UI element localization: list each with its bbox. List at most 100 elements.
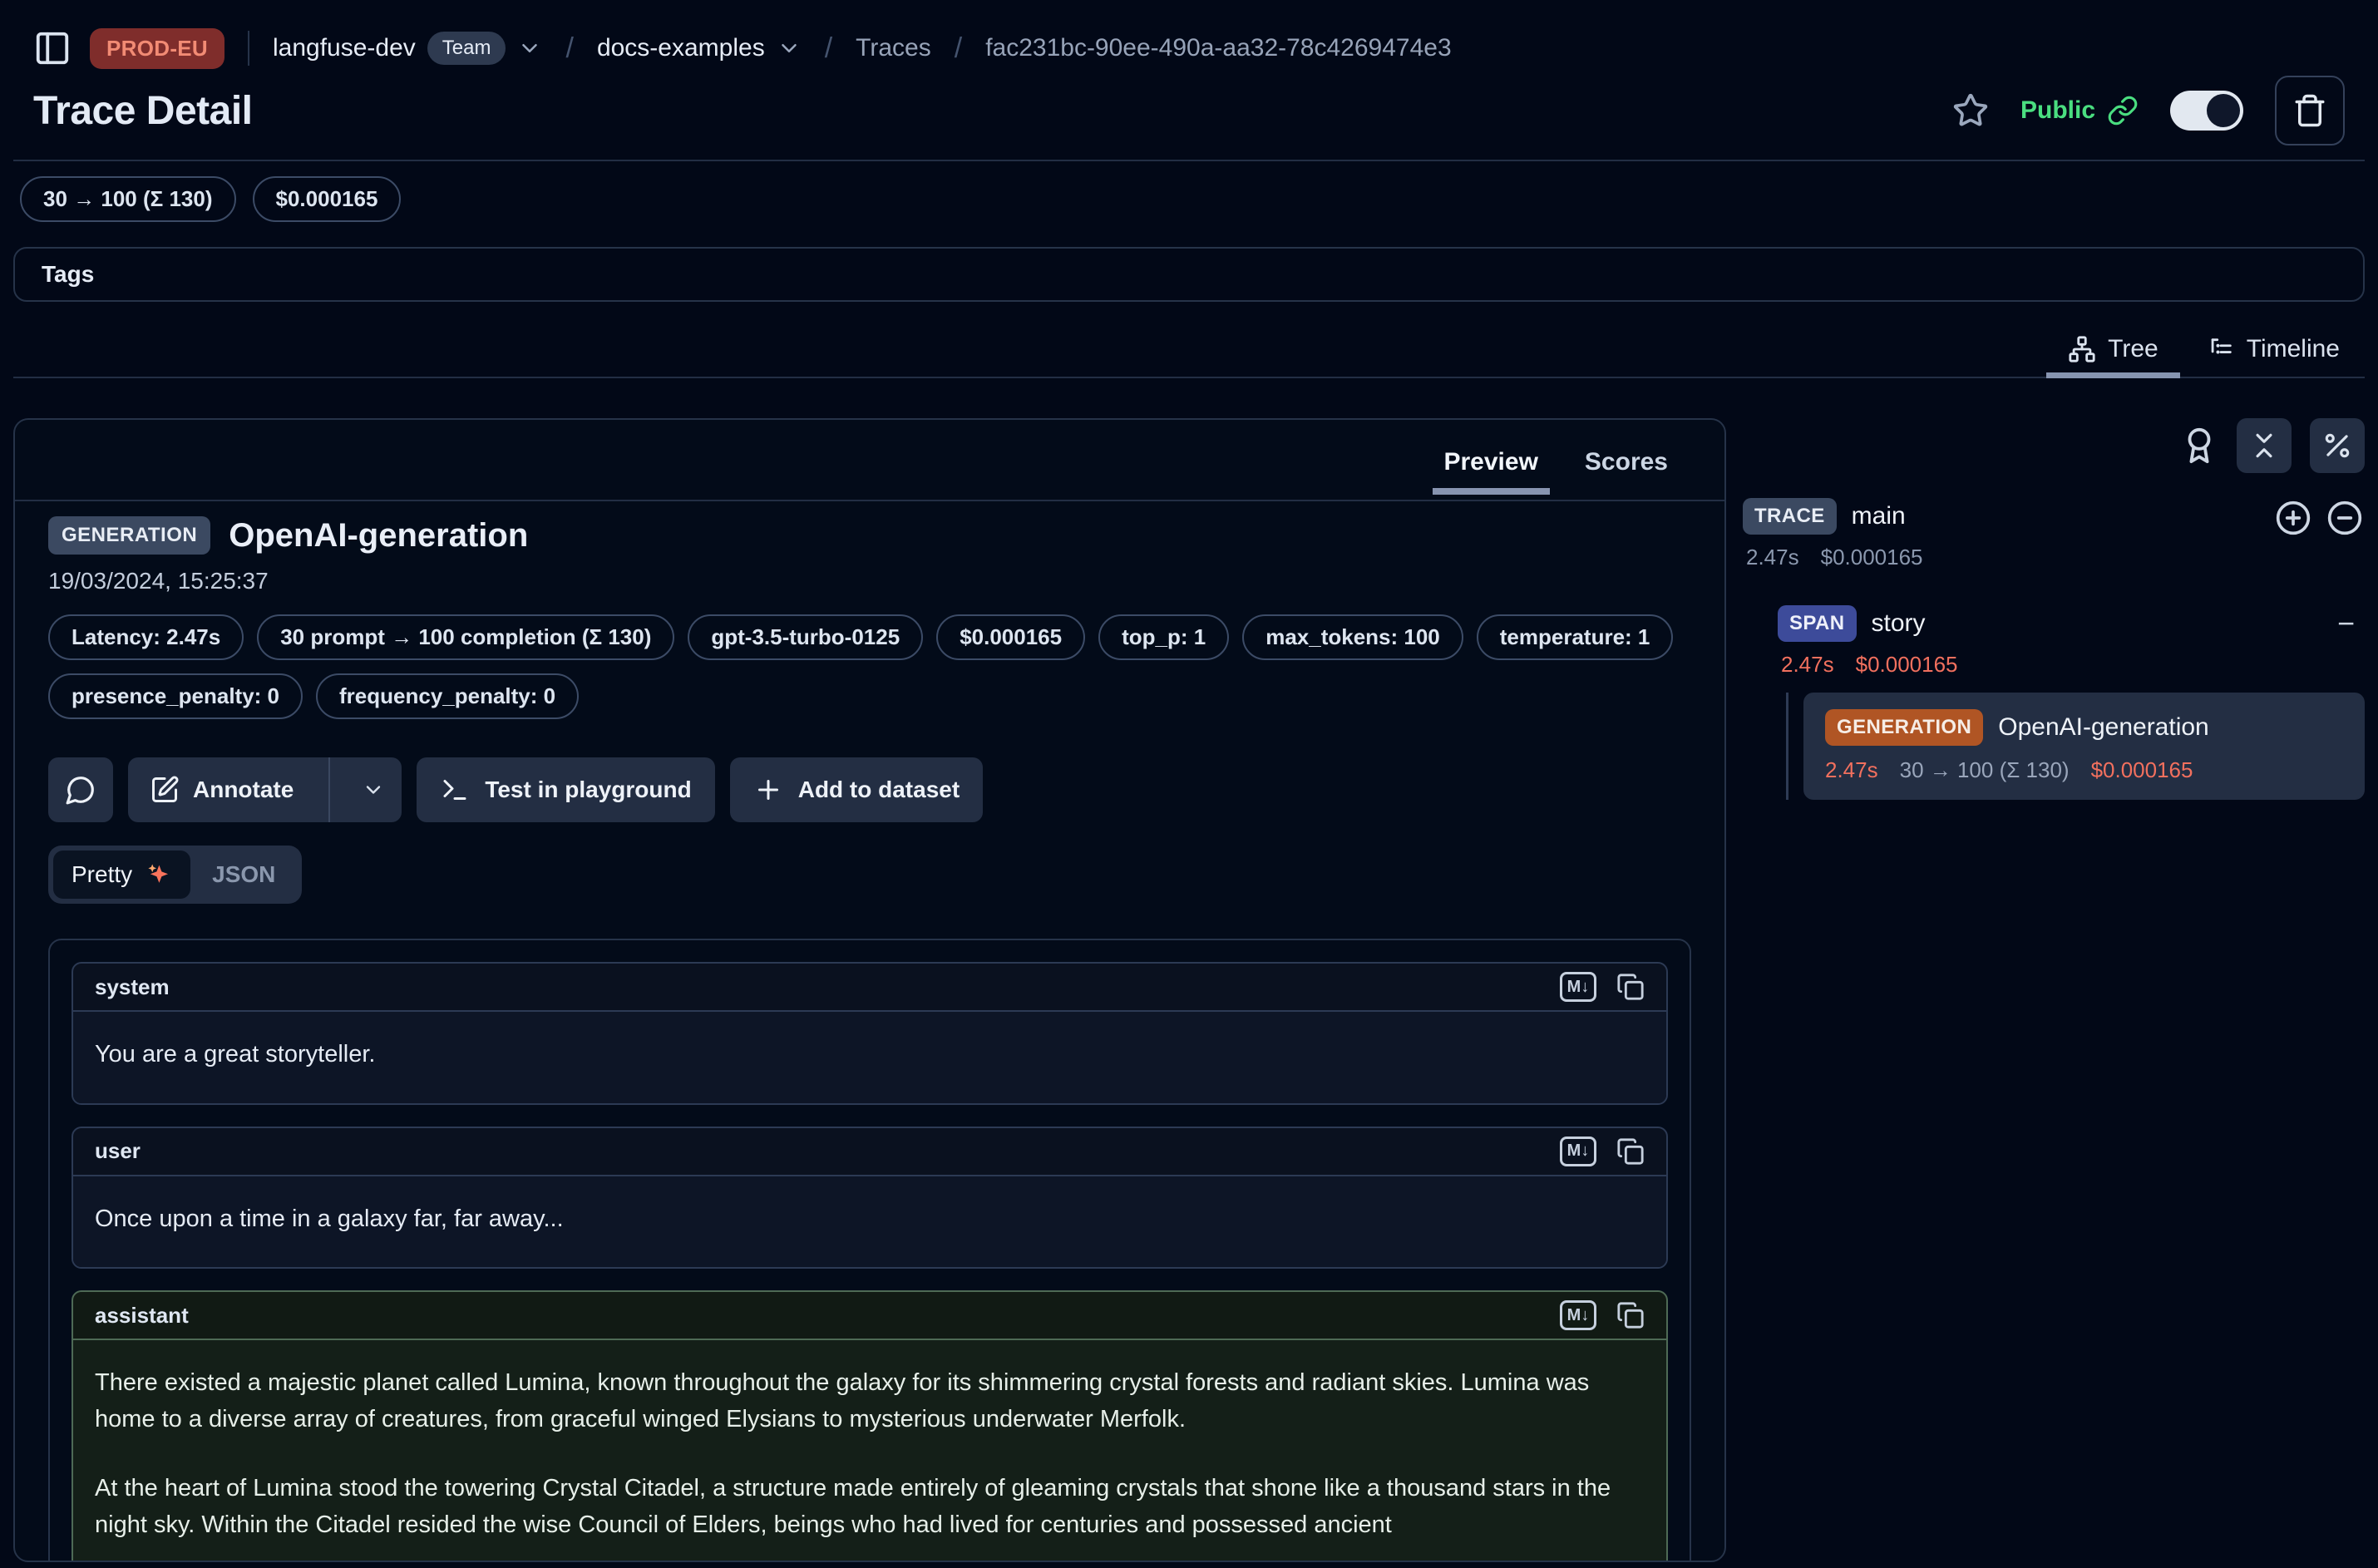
trace-detail-page: PROD-EU langfuse-dev Team / docs-example… bbox=[0, 0, 2378, 1568]
trace-name: main bbox=[1852, 502, 1906, 530]
tab-preview[interactable]: Preview bbox=[1424, 431, 1558, 493]
markdown-toggle-icon[interactable]: M↓ bbox=[1560, 972, 1596, 1002]
message-content: You are a great storyteller. bbox=[73, 1012, 1666, 1103]
tab-scores-label: Scores bbox=[1585, 448, 1668, 476]
frequency-penalty-badge[interactable]: frequency_penalty: 0 bbox=[316, 673, 579, 719]
tree-node-trace[interactable]: TRACE main 2.47s $0.000165 bbox=[1743, 498, 2365, 570]
observation-badges-row2: presence_penalty: 0 frequency_penalty: 0 bbox=[48, 673, 1691, 719]
project-name: docs-examples bbox=[597, 34, 765, 62]
award-icon[interactable] bbox=[2180, 427, 2218, 465]
playground-label: Test in playground bbox=[485, 777, 691, 803]
star-icon[interactable] bbox=[1952, 92, 1989, 129]
timeline-icon bbox=[2207, 335, 2235, 363]
annotate-dropdown-button[interactable] bbox=[345, 757, 402, 822]
public-toggle[interactable] bbox=[2170, 91, 2243, 131]
markdown-toggle-icon[interactable]: M↓ bbox=[1560, 1137, 1596, 1166]
sidebar-toggle-icon[interactable] bbox=[33, 29, 72, 67]
public-link[interactable]: Public bbox=[2020, 95, 2139, 126]
message-text: You are a great storyteller. bbox=[95, 1037, 1645, 1073]
token-usage-badge[interactable]: 30 → 100 (Σ 130) bbox=[20, 176, 236, 222]
message-text: Once upon a time in a galaxy far, far aw… bbox=[95, 1201, 1645, 1238]
span-metrics: 2.47s $0.000165 bbox=[1778, 652, 2365, 678]
copy-icon[interactable] bbox=[1616, 973, 1645, 1001]
breadcrumb-slash: / bbox=[820, 32, 837, 65]
generation-node-row: GENERATION OpenAI-generation bbox=[1825, 709, 2343, 746]
add-to-dataset-label: Add to dataset bbox=[798, 777, 960, 803]
plus-icon bbox=[753, 775, 783, 805]
observation-timestamp: 19/03/2024, 15:25:37 bbox=[48, 568, 1691, 594]
collapse-all-button[interactable] bbox=[2237, 418, 2292, 473]
format-json-segment[interactable]: JSON bbox=[190, 851, 297, 898]
content-area: Preview Scores GENERATION OpenAI-generat… bbox=[13, 418, 2365, 1562]
org-switcher[interactable]: langfuse-dev Team bbox=[273, 32, 542, 65]
project-switcher[interactable]: docs-examples bbox=[597, 34, 802, 62]
annotate-button[interactable]: Annotate bbox=[128, 757, 313, 822]
token-usage-badge[interactable]: 30 prompt → 100 completion (Σ 130) bbox=[257, 614, 674, 660]
trace-tree: TRACE main 2.47s $0.000165 SPAN story bbox=[1743, 498, 2365, 800]
toggle-knob bbox=[2207, 94, 2240, 127]
top-p-badge[interactable]: top_p: 1 bbox=[1098, 614, 1229, 660]
collapse-node-icon[interactable]: − bbox=[2337, 609, 2365, 639]
format-pretty-segment[interactable]: Pretty bbox=[53, 851, 190, 899]
span-cost: $0.000165 bbox=[1856, 652, 1958, 678]
breadcrumb-traces-link[interactable]: Traces bbox=[856, 34, 931, 62]
tags-container[interactable]: Tags bbox=[13, 247, 2365, 302]
percent-icon bbox=[2321, 430, 2353, 461]
trace-children: SPAN story − 2.47s $0.000165 bbox=[1778, 605, 2365, 800]
span-name: story bbox=[1872, 609, 1926, 638]
generation-type-badge: GENERATION bbox=[1825, 709, 1983, 746]
generation-cost: $0.000165 bbox=[2091, 757, 2193, 783]
presence-penalty-badge[interactable]: presence_penalty: 0 bbox=[48, 673, 303, 719]
markdown-toggle-icon[interactable]: M↓ bbox=[1560, 1300, 1596, 1330]
annotate-split-button: Annotate bbox=[128, 757, 402, 822]
chevron-down-icon bbox=[777, 36, 802, 61]
environment-badge[interactable]: PROD-EU bbox=[90, 28, 224, 69]
pen-icon bbox=[150, 775, 180, 805]
message-header: user M↓ bbox=[73, 1128, 1666, 1176]
tab-tree-label: Tree bbox=[2108, 335, 2158, 363]
delete-trace-button[interactable] bbox=[2275, 76, 2345, 145]
copy-icon[interactable] bbox=[1616, 1301, 1645, 1329]
view-tabs: Tree Timeline bbox=[13, 328, 2365, 378]
zoom-out-icon[interactable] bbox=[2326, 500, 2363, 536]
pretty-label: Pretty bbox=[72, 861, 132, 888]
tree-toolbar bbox=[1743, 418, 2365, 473]
breadcrumb-separator-bar bbox=[248, 31, 249, 66]
tab-timeline[interactable]: Timeline bbox=[2185, 328, 2361, 377]
tab-tree[interactable]: Tree bbox=[2046, 328, 2180, 377]
message-header: assistant M↓ bbox=[73, 1292, 1666, 1340]
generation-metrics: 2.47s 30 → 100 (Σ 130) $0.000165 bbox=[1825, 757, 2343, 783]
message-role: assistant bbox=[95, 1303, 189, 1329]
panel-body: GENERATION OpenAI-generation 19/03/2024,… bbox=[15, 501, 1724, 1562]
test-in-playground-button[interactable]: Test in playground bbox=[417, 757, 714, 822]
observation-header: GENERATION OpenAI-generation bbox=[48, 516, 1691, 555]
message-card-system: system M↓ You are a great storyteller. bbox=[72, 962, 1668, 1105]
cost-badge[interactable]: $0.000165 bbox=[253, 176, 402, 222]
metrics-toggle-button[interactable] bbox=[2310, 418, 2365, 473]
trace-type-badge: TRACE bbox=[1743, 498, 1837, 535]
trace-latency: 2.47s bbox=[1746, 545, 1799, 570]
comment-button[interactable] bbox=[48, 757, 113, 822]
message-header: system M↓ bbox=[73, 964, 1666, 1012]
link-icon bbox=[2107, 95, 2139, 126]
button-divider bbox=[328, 757, 330, 822]
observation-title: OpenAI-generation bbox=[229, 517, 528, 555]
tree-node-generation-selected[interactable]: GENERATION OpenAI-generation 2.47s 30 → … bbox=[1803, 693, 2365, 800]
span-type-badge: SPAN bbox=[1778, 605, 1857, 642]
max-tokens-badge[interactable]: max_tokens: 100 bbox=[1242, 614, 1463, 660]
active-tab-indicator bbox=[1433, 488, 1550, 495]
trace-cost: $0.000165 bbox=[1821, 545, 1923, 570]
tab-timeline-label: Timeline bbox=[2247, 335, 2340, 363]
latency-badge[interactable]: Latency: 2.47s bbox=[48, 614, 244, 660]
generation-name: OpenAI-generation bbox=[1998, 713, 2209, 742]
add-to-dataset-button[interactable]: Add to dataset bbox=[730, 757, 983, 822]
cost-badge[interactable]: $0.000165 bbox=[936, 614, 1085, 660]
temperature-badge[interactable]: temperature: 1 bbox=[1477, 614, 1674, 660]
trace-tree-panel: TRACE main 2.47s $0.000165 SPAN story bbox=[1743, 418, 2365, 1562]
tab-scores[interactable]: Scores bbox=[1565, 431, 1688, 493]
model-badge[interactable]: gpt-3.5-turbo-0125 bbox=[688, 614, 923, 660]
copy-icon[interactable] bbox=[1616, 1137, 1645, 1166]
sparkles-icon bbox=[144, 860, 172, 889]
tree-node-span[interactable]: SPAN story − 2.47s $0.000165 bbox=[1778, 605, 2365, 678]
zoom-in-icon[interactable] bbox=[2275, 500, 2311, 536]
